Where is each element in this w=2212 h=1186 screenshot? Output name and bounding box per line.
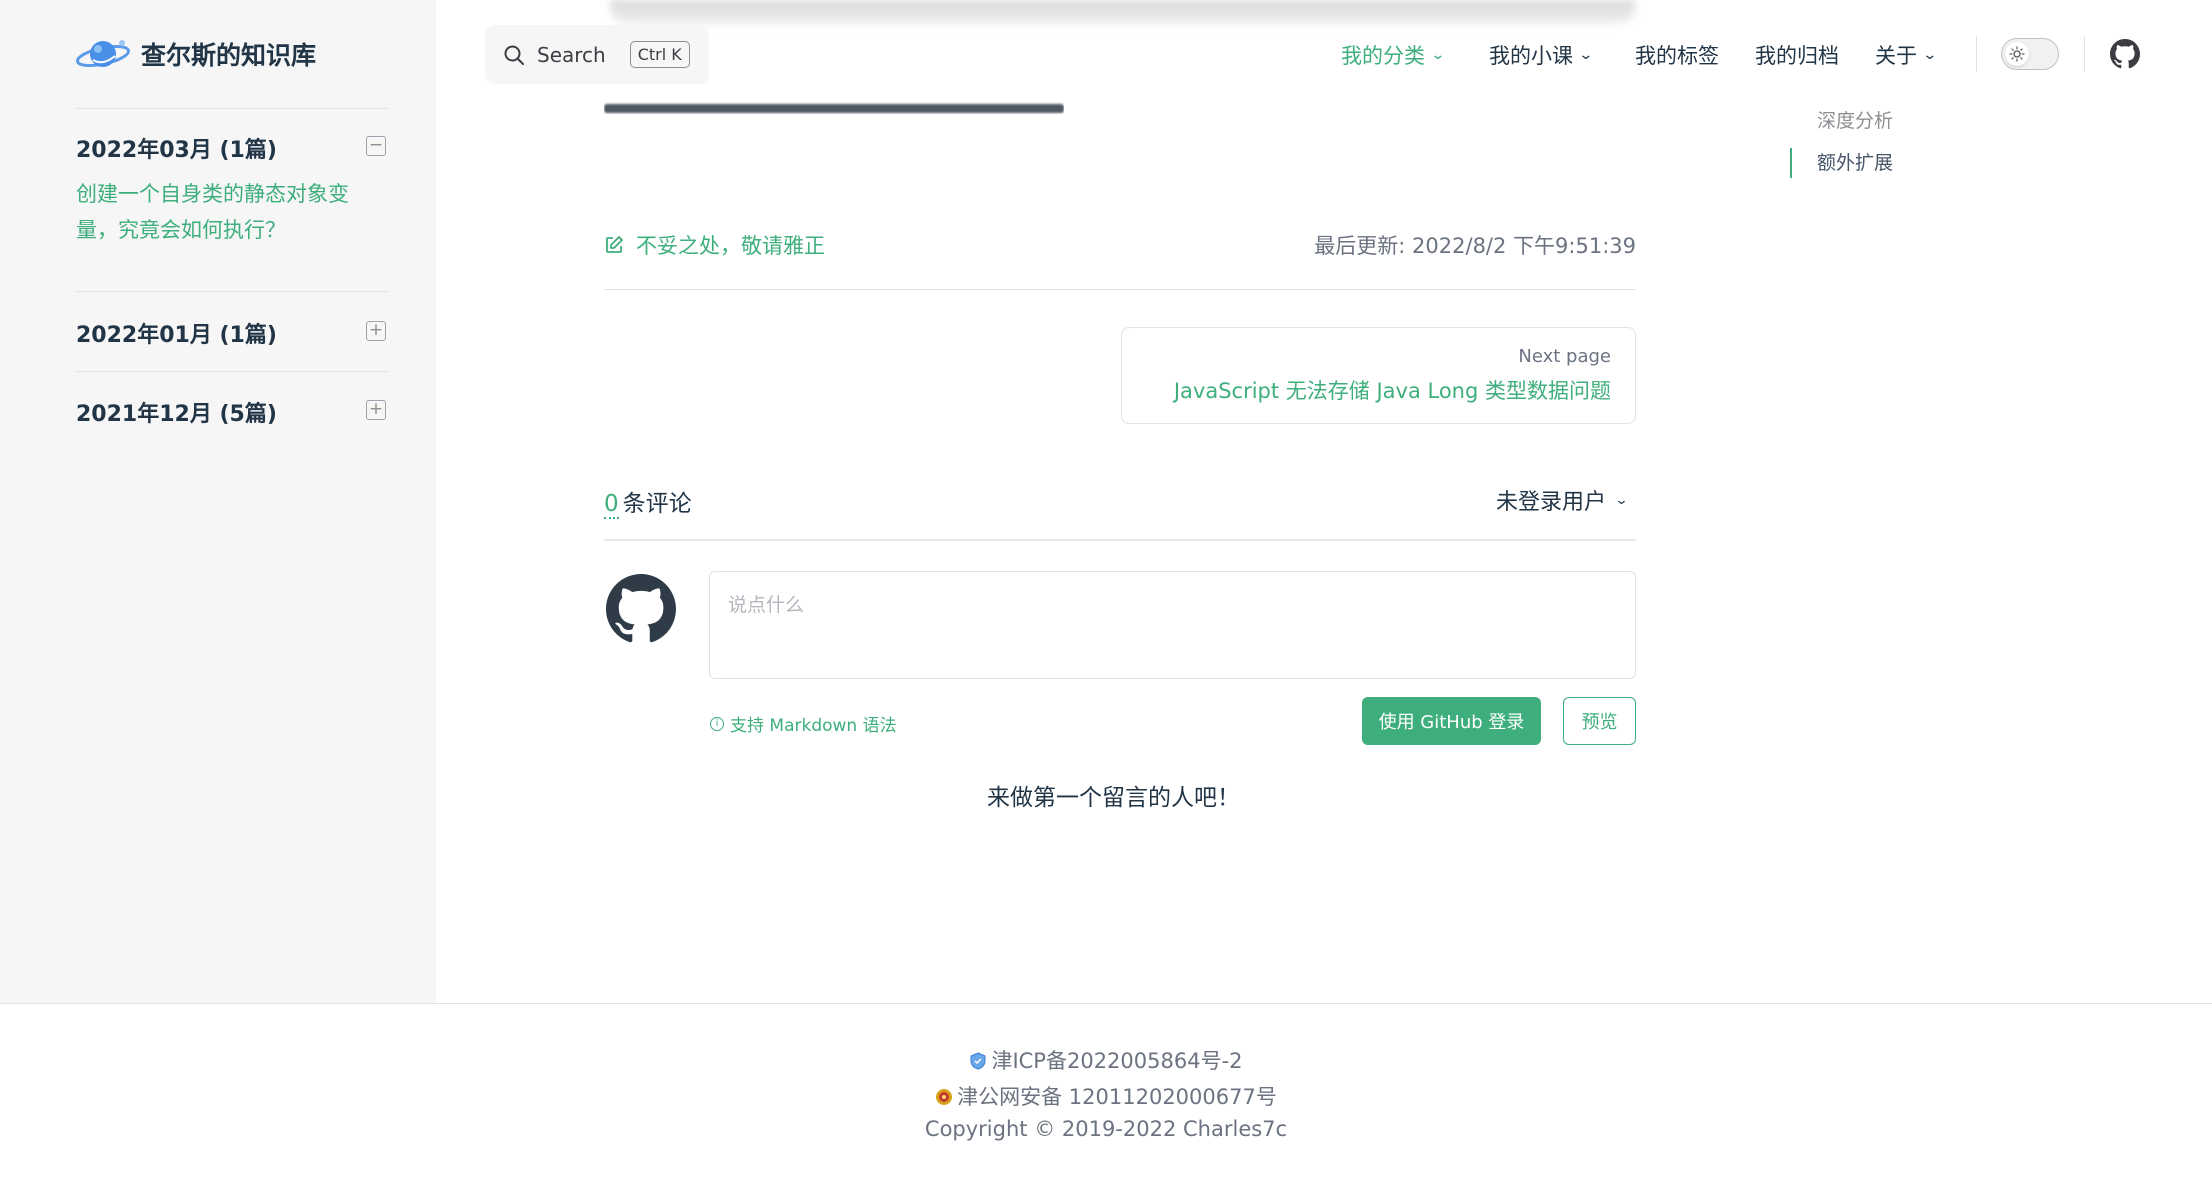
nav-divider [2084,36,2085,72]
comment-count-suffix: 条评论 [622,491,692,517]
sidebar-group-2022-01[interactable]: 2022年01月 (1篇) [76,317,277,349]
comment-input[interactable] [709,571,1636,679]
chevron-down-icon: ⌄ [1922,47,1938,63]
user-label: 未登录用户 [1496,490,1607,515]
truncated-paragraph [604,92,1064,114]
site-title: 查尔斯的知识库 [141,41,317,70]
nav-tags[interactable]: 我的标签 [1635,40,1719,70]
footer-police-text: 津公网安备 12011202000677号 [957,1085,1277,1109]
empty-comments-message: 来做第一个留言的人吧！ [987,785,1240,811]
nav-courses[interactable]: 我的小课 ⌄ [1489,40,1594,70]
comments-divider [604,539,1636,541]
search-icon [504,45,524,65]
footer-police[interactable]: 津公网安备 12011202000677号 [0,1081,2212,1111]
shield-icon [969,1051,987,1070]
github-avatar-icon [606,574,676,643]
sidebar-divider [76,291,388,292]
footer-icp[interactable]: 津ICP备2022005864号-2 [0,1045,2212,1075]
expand-icon[interactable]: + [366,400,386,420]
comment-count-number: 0 [604,491,619,519]
next-page-card[interactable]: Next page JavaScript 无法存储 Java Long 类型数据… [1121,327,1636,424]
sidebar: 查尔斯的知识库 2022年03月 (1篇) − 创建一个自身类的静态对象变量，究… [0,0,436,1003]
nav-archives-label: 我的归档 [1755,44,1839,68]
expand-icon[interactable]: + [366,321,386,341]
sidebar-group-2021-12[interactable]: 2021年12月 (5篇) [76,396,277,428]
chevron-down-icon: ⌄ [1430,47,1446,63]
nav-about-label: 关于 [1875,44,1917,68]
markdown-hint-label: 支持 Markdown 语法 [730,716,897,736]
markdown-hint-link[interactable]: i 支持 Markdown 语法 [710,711,897,736]
search-shortcut: Ctrl K [629,41,690,68]
github-login-button[interactable]: 使用 GitHub 登录 [1362,697,1541,745]
police-badge-icon [935,1087,953,1105]
next-page-label: Next page [1518,346,1611,367]
chevron-down-icon: ⌄ [1614,492,1629,508]
edit-icon [606,236,623,253]
next-page-title: JavaScript 无法存储 Java Long 类型数据问题 [1173,379,1611,403]
edit-page-link[interactable]: 不妥之处，敬请雅正 [604,230,825,260]
chevron-down-icon: ⌄ [1578,47,1594,63]
search-label: Search [537,42,606,67]
outline-item-extension[interactable]: 额外扩展 [1817,148,1893,175]
outline-item-analysis[interactable]: 深度分析 [1817,106,1893,133]
nav-categories-label: 我的分类 [1341,44,1425,68]
comment-count: 0 条评论 [604,484,692,519]
last-updated: 最后更新: 2022/8/2 下午9:51:39 [1314,234,1636,258]
github-icon[interactable] [2110,39,2140,69]
footer-icp-text: 津ICP备2022005864号-2 [991,1049,1243,1073]
navbar-fade [610,0,1635,24]
nav-divider [1976,36,1977,72]
brand-link[interactable]: 查尔斯的知识库 [75,34,316,74]
sun-icon [2005,42,2029,66]
sidebar-group-2022-03[interactable]: 2022年03月 (1篇) [76,132,277,164]
collapse-icon[interactable]: − [366,136,386,156]
search-button[interactable]: Search Ctrl K [485,25,709,84]
edit-page-label: 不妥之处，敬请雅正 [636,234,825,258]
user-dropdown[interactable]: 未登录用户 ⌄ [1496,484,1629,516]
sidebar-item-article[interactable]: 创建一个自身类的静态对象变量，究竟会如何执行？ [76,176,366,248]
footer: 津ICP备2022005864号-2 津公网安备 12011202000677号… [0,1003,2212,1186]
nav-archives[interactable]: 我的归档 [1755,40,1839,70]
content-divider [604,289,1636,290]
footer-copyright: Copyright © 2019-2022 Charles7c [924,1117,1288,1141]
preview-button[interactable]: 预览 [1563,697,1636,745]
theme-toggle[interactable] [2001,38,2059,70]
sidebar-divider [76,108,388,109]
nav-tags-label: 我的标签 [1635,44,1719,68]
nav-about[interactable]: 关于 ⌄ [1875,40,1938,70]
planet-logo-icon [76,40,130,68]
outline-active-marker [1790,148,1792,178]
nav-categories[interactable]: 我的分类 ⌄ [1341,40,1446,70]
nav-courses-label: 我的小课 [1489,44,1573,68]
info-icon: i [710,716,724,731]
sidebar-divider [76,371,388,372]
